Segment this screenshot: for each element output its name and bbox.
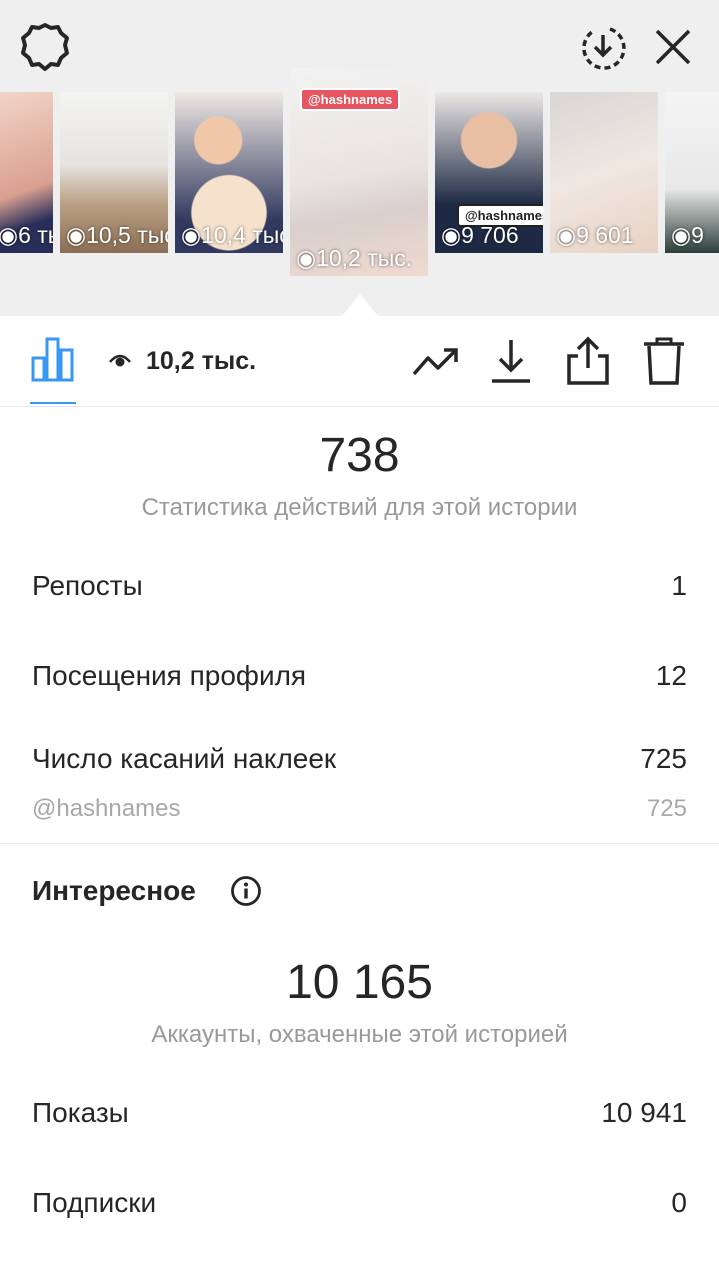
settings-gear-icon[interactable] [20,22,70,72]
sticker-name: @hashnames [32,795,181,822]
trash-icon[interactable] [642,336,686,386]
discovery-title: Интересное [32,875,196,906]
thumbnail-views: ◉10,4 тыс. [181,222,283,248]
eye-icon [108,352,132,368]
actions-total: 738 [319,429,400,482]
active-pointer [342,294,378,316]
profile-visits-value: 12 [655,660,687,691]
reposts-label: Репосты [32,570,143,601]
story-thumbnail[interactable]: @hashnames ◉9 706 [435,92,543,253]
close-icon[interactable] [654,28,692,66]
story-header: ◉6 тыс. ◉10,5 тыс. ◉10,4 тыс. @hashnames… [0,0,719,316]
story-thumbnail-active[interactable]: @hashnames ◉10,2 тыс. [290,68,428,276]
story-thumbnail[interactable]: ◉10,5 тыс. [60,92,168,253]
thumbnail-views: ◉10,2 тыс. [296,245,413,271]
share-icon[interactable] [566,336,610,386]
insights-toolbar: 10,2 тыс. [0,316,719,407]
section-divider [0,843,719,844]
info-icon[interactable] [230,875,262,907]
story-thumbnail[interactable]: ◉10,4 тыс. [175,92,283,253]
follows-value: 0 [671,1187,687,1218]
bar-chart-icon[interactable] [30,336,76,382]
thumbnail-views: ◉6 тыс. [0,222,53,248]
reach-caption: Аккаунты, охваченные этой историей [151,1021,568,1048]
views-count: 10,2 тыс. [146,347,257,375]
story-thumbnail-strip[interactable]: ◉6 тыс. ◉10,5 тыс. ◉10,4 тыс. @hashnames… [0,68,719,282]
story-thumbnail[interactable]: ◉9 601 [550,92,658,253]
sticker-taps-value: 725 [640,743,687,774]
sticker-value: 725 [646,795,687,822]
thumbnail-views: ◉9 706 [441,222,519,248]
impressions-label: Показы [32,1097,129,1128]
thumbnail-views: ◉9 [671,222,704,248]
download-circle-icon[interactable] [580,24,626,70]
thumbnail-views: ◉10,5 тыс. [66,222,168,248]
follows-label: Подписки [32,1187,157,1218]
profile-visits-label: Посещения профиля [32,660,307,691]
story-thumbnail[interactable]: ◉9 [665,92,719,253]
sticker-taps-label: Число касаний наклеек [32,743,337,774]
download-icon[interactable] [490,338,532,384]
reposts-value: 1 [671,570,687,601]
thumbnail-views: ◉9 601 [556,222,634,248]
impressions-value: 10 941 [601,1097,687,1128]
story-thumbnail[interactable]: ◉6 тыс. [0,92,53,253]
hashnames-sticker: @hashnames [300,88,401,111]
actions-caption: Статистика действий для этой истории [141,494,578,521]
reach-total: 10 165 [286,956,433,1009]
trend-icon[interactable] [412,344,460,380]
active-tab-underline [30,402,76,404]
